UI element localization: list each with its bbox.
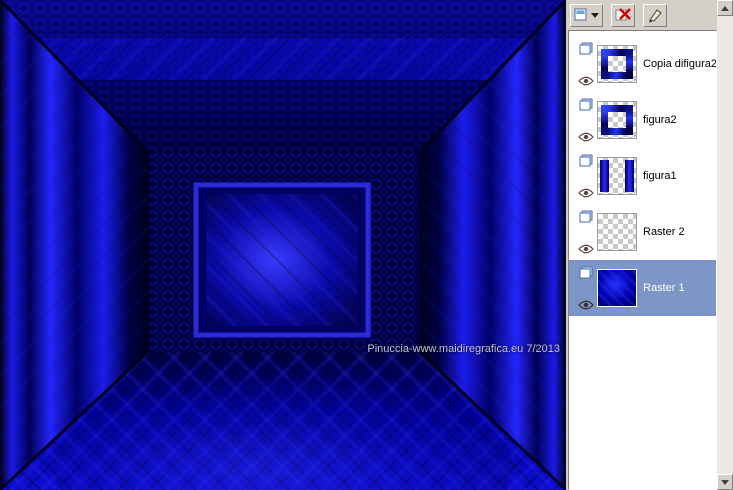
layer-type-icon: [579, 266, 592, 279]
new-layer-icon: [574, 8, 587, 21]
scroll-up-button[interactable]: [717, 0, 733, 16]
edit-pen-button[interactable]: [643, 3, 667, 27]
new-layer-button[interactable]: [570, 3, 603, 27]
layer-thumbnail[interactable]: [597, 269, 637, 307]
layers-scrollbar[interactable]: [717, 0, 733, 490]
layer-type-icon: [579, 42, 592, 55]
layer-label: figura1: [643, 170, 677, 182]
app-window: Pinuccia-www.maidiregrafica.eu 7/2013 Co…: [0, 0, 733, 490]
layer-type-icon: [579, 210, 592, 223]
layer-label: Copia difigura2: [643, 58, 717, 70]
up-arrow-icon: [721, 5, 729, 11]
layer-row-figura1[interactable]: figura1: [569, 148, 716, 204]
layers-list: Copia difigura2 figura2 figura1 Raster 2…: [568, 30, 717, 490]
delete-layer-button[interactable]: [611, 3, 635, 27]
layer-label: Raster 2: [643, 226, 685, 238]
layer-label: figura2: [643, 114, 677, 126]
layer-thumbnail[interactable]: [597, 157, 637, 195]
visibility-eye-icon[interactable]: [578, 244, 594, 254]
layer-row-figura2[interactable]: figura2: [569, 92, 716, 148]
layer-row-raster1[interactable]: Raster 1: [569, 260, 716, 316]
layers-toolbar: [568, 0, 717, 30]
delete-layer-icon: [615, 8, 631, 21]
layer-label: Raster 1: [643, 282, 685, 294]
layer-type-icon: [579, 154, 592, 167]
down-arrow-icon: [721, 479, 729, 485]
layer-thumbnail[interactable]: [597, 45, 637, 83]
scroll-down-button[interactable]: [717, 474, 733, 490]
pen-icon: [649, 8, 662, 22]
visibility-eye-icon[interactable]: [578, 132, 594, 142]
visibility-eye-icon[interactable]: [578, 188, 594, 198]
layer-row-copia-difigura2[interactable]: Copia difigura2: [569, 36, 716, 92]
layer-thumbnail[interactable]: [597, 213, 637, 251]
blue-room-image: [0, 0, 566, 490]
image-canvas[interactable]: Pinuccia-www.maidiregrafica.eu 7/2013: [0, 0, 566, 490]
visibility-eye-icon[interactable]: [578, 76, 594, 86]
scrollbar-track[interactable]: [717, 16, 733, 474]
layers-panel: Copia difigura2 figura2 figura1 Raster 2…: [566, 0, 733, 490]
visibility-eye-icon[interactable]: [578, 300, 594, 310]
dropdown-arrow-icon: [591, 12, 599, 18]
layer-row-raster2[interactable]: Raster 2: [569, 204, 716, 260]
layer-thumbnail[interactable]: [597, 101, 637, 139]
layer-type-icon: [579, 98, 592, 111]
